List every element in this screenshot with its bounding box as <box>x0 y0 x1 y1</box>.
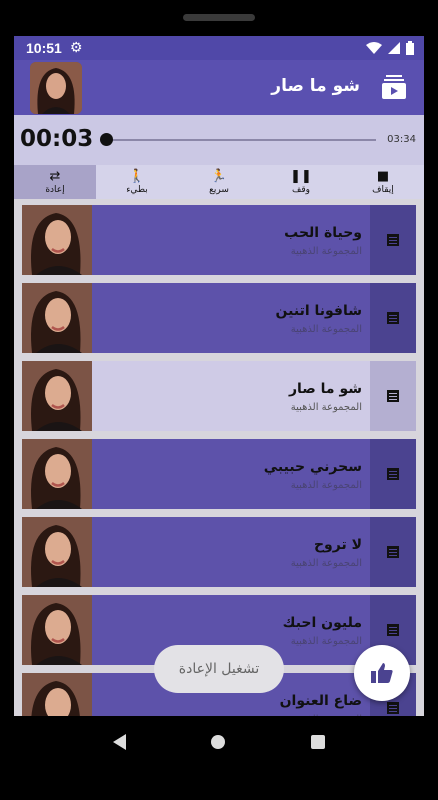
fast-label: سريع <box>209 184 229 195</box>
wifi-icon <box>366 42 382 54</box>
song-subtitle: المجموعة الذهبية <box>290 324 362 335</box>
song-artwork <box>22 361 92 431</box>
album-art-thumbnail[interactable] <box>30 62 82 114</box>
back-icon[interactable] <box>112 734 126 750</box>
list-icon <box>387 390 399 402</box>
list-icon <box>387 468 399 480</box>
elapsed-time: 00:03 <box>20 126 94 152</box>
song-row[interactable]: شافونا اتنين المجموعة الذهبية <box>22 283 416 353</box>
battery-icon <box>406 41 414 55</box>
song-menu-button[interactable] <box>370 439 416 509</box>
app-screen: 10:51 ⚙ شو ما صار 00:03 03:34 ⇄ إعادة 🚶 … <box>14 36 424 716</box>
song-menu-button[interactable] <box>370 361 416 431</box>
song-subtitle: المجموعة الذهبية <box>290 246 362 257</box>
song-row[interactable]: سحرني حبيبي المجموعة الذهبية <box>22 439 416 509</box>
playback-controls: ⇄ إعادة 🚶 بطيء 🏃 سريع ❚❚ وقف ■ إيقاف <box>14 165 424 199</box>
list-icon <box>387 624 399 636</box>
playlist-icon[interactable] <box>380 73 408 101</box>
settings-gear-icon: ⚙ <box>69 40 83 56</box>
seek-track[interactable] <box>102 139 376 141</box>
repeat-icon: ⇄ <box>49 168 61 184</box>
signal-icon <box>388 42 400 54</box>
song-subtitle: المجموعة الذهبية <box>290 558 362 569</box>
song-artwork <box>22 283 92 353</box>
song-title: ضاع العنوان <box>279 693 362 709</box>
slow-button[interactable]: 🚶 بطيء <box>96 165 178 199</box>
stop-icon: ■ <box>376 168 390 184</box>
stop-label: إيقاف <box>372 184 394 195</box>
seek-thumb[interactable] <box>100 133 114 146</box>
list-icon <box>387 546 399 558</box>
status-time: 10:51 <box>26 40 62 56</box>
player-bar: 00:03 03:34 <box>14 115 424 165</box>
system-nav-bar <box>0 716 438 768</box>
recents-icon[interactable] <box>311 735 326 749</box>
pause-label: وقف <box>292 184 310 195</box>
song-title: وحياة الحب <box>284 225 362 241</box>
song-artwork <box>22 439 92 509</box>
list-icon <box>387 234 399 246</box>
song-title: سحرني حبيبي <box>263 459 362 475</box>
song-artwork <box>22 517 92 587</box>
song-subtitle: المجموعة الذهبية <box>290 636 362 647</box>
song-title: شافونا اتنين <box>275 303 362 319</box>
phone-frame: 10:51 ⚙ شو ما صار 00:03 03:34 ⇄ إعادة 🚶 … <box>0 0 438 800</box>
song-row[interactable]: لا تروح المجموعة الذهبية <box>22 517 416 587</box>
song-info: وحياة الحب المجموعة الذهبية <box>92 205 370 275</box>
list-icon <box>387 702 399 714</box>
status-bar: 10:51 ⚙ <box>14 36 424 60</box>
song-title: لا تروح <box>313 537 362 553</box>
app-title: شو ما صار <box>271 76 360 96</box>
song-artwork <box>22 595 92 665</box>
song-subtitle: المجموعة الذهبية <box>290 480 362 491</box>
song-info: شافونا اتنين المجموعة الذهبية <box>92 283 370 353</box>
slow-label: بطيء <box>126 184 148 195</box>
song-menu-button[interactable] <box>370 283 416 353</box>
song-title: شو ما صار <box>288 381 362 397</box>
pause-button[interactable]: ❚❚ وقف <box>260 165 342 199</box>
run-icon: 🏃 <box>210 168 228 184</box>
repeat-button[interactable]: ⇄ إعادة <box>14 165 96 199</box>
song-menu-button[interactable] <box>370 205 416 275</box>
song-info: لا تروح المجموعة الذهبية <box>92 517 370 587</box>
walk-icon: 🚶 <box>128 168 146 184</box>
song-menu-button[interactable] <box>370 517 416 587</box>
song-info: سحرني حبيبي المجموعة الذهبية <box>92 439 370 509</box>
pause-icon: ❚❚ <box>290 168 312 184</box>
song-subtitle: المجموعة الذهبية <box>290 402 362 413</box>
song-row[interactable]: شو ما صار المجموعة الذهبية <box>22 361 416 431</box>
song-title: مليون احبك <box>282 615 362 631</box>
song-artwork <box>22 205 92 275</box>
repeat-label: إعادة <box>45 184 65 195</box>
home-icon[interactable] <box>211 735 226 749</box>
fast-button[interactable]: 🏃 سريع <box>178 165 260 199</box>
song-info: شو ما صار المجموعة الذهبية <box>92 361 370 431</box>
total-time: 03:34 <box>387 134 416 145</box>
app-bar: شو ما صار <box>14 60 424 115</box>
song-artwork <box>22 673 92 716</box>
song-list: وحياة الحب المجموعة الذهبية شافونا اتنين ال… <box>14 199 424 716</box>
like-button[interactable] <box>354 645 410 701</box>
toast-message: تشغيل الإعادة <box>154 645 284 693</box>
speaker-grille <box>183 14 255 21</box>
list-icon <box>387 312 399 324</box>
stop-button[interactable]: ■ إيقاف <box>342 165 424 199</box>
thumbs-up-icon <box>371 663 393 683</box>
song-row[interactable]: وحياة الحب المجموعة الذهبية <box>22 205 416 275</box>
